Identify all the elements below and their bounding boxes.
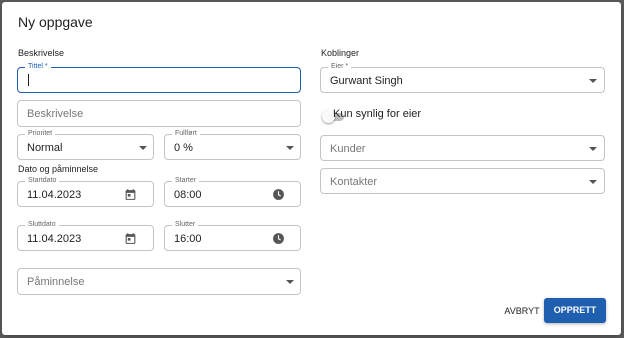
chevron-down-icon bbox=[286, 280, 294, 284]
end-time-value: 16:00 bbox=[174, 233, 202, 245]
chevron-down-icon bbox=[589, 147, 597, 151]
clock-icon[interactable] bbox=[272, 188, 285, 201]
priority-select[interactable]: Prioritet Normal bbox=[17, 129, 154, 160]
start-date-label: Startdato bbox=[25, 176, 60, 186]
completed-label: Fullført bbox=[172, 129, 200, 139]
end-date-value: 11.04.2023 bbox=[27, 233, 82, 245]
owner-only-label: Kun synlig for eier bbox=[333, 108, 422, 120]
reminder-select[interactable]: Påminnelse bbox=[17, 268, 301, 295]
customers-placeholder: Kunder bbox=[330, 143, 366, 155]
start-time-input[interactable]: Starter 08:00 bbox=[164, 176, 301, 207]
end-time-input[interactable]: Slutter 16:00 bbox=[164, 220, 301, 251]
new-task-dialog: Ny oppgave Beskrivelse Koblinger Dato og… bbox=[2, 2, 621, 335]
section-links-heading: Koblinger bbox=[321, 48, 360, 58]
start-time-label: Starter bbox=[172, 176, 200, 186]
chevron-down-icon bbox=[139, 146, 147, 150]
end-date-label: Sluttdato bbox=[25, 220, 59, 230]
priority-label: Prioritet bbox=[25, 129, 56, 139]
description-placeholder: Beskrivelse bbox=[27, 108, 84, 120]
contacts-select[interactable]: Kontakter bbox=[320, 168, 605, 194]
end-time-label: Slutter bbox=[172, 220, 199, 230]
end-date-input[interactable]: Sluttdato 11.04.2023 bbox=[17, 220, 154, 251]
contacts-placeholder: Kontakter bbox=[330, 176, 378, 188]
description-input[interactable]: Beskrivelse bbox=[17, 100, 301, 127]
priority-value: Normal bbox=[27, 142, 63, 154]
section-description-heading: Beskrivelse bbox=[18, 48, 65, 58]
completed-select[interactable]: Fullført 0 % bbox=[164, 129, 301, 160]
calendar-icon[interactable] bbox=[124, 188, 137, 201]
text-caret bbox=[28, 74, 29, 86]
completed-value: 0 % bbox=[174, 142, 193, 154]
reminder-placeholder: Påminnelse bbox=[27, 276, 85, 288]
dialog-title: Ny oppgave bbox=[18, 14, 93, 30]
owner-value: Gurwant Singh bbox=[330, 75, 403, 87]
owner-label: Eier * bbox=[328, 62, 352, 72]
section-date-heading: Dato og påminnelse bbox=[18, 164, 99, 174]
create-button[interactable]: OPPRETT bbox=[544, 298, 606, 323]
start-time-value: 08:00 bbox=[174, 189, 202, 201]
owner-select[interactable]: Eier * Gurwant Singh bbox=[320, 62, 605, 93]
clock-icon[interactable] bbox=[272, 232, 285, 245]
chevron-down-icon bbox=[589, 180, 597, 184]
chevron-down-icon bbox=[589, 79, 597, 83]
title-input[interactable]: Tittel * bbox=[17, 62, 301, 93]
start-date-value: 11.04.2023 bbox=[27, 189, 82, 201]
start-date-input[interactable]: Startdato 11.04.2023 bbox=[17, 176, 154, 207]
chevron-down-icon bbox=[286, 146, 294, 150]
customers-select[interactable]: Kunder bbox=[320, 135, 605, 161]
title-input-label: Tittel * bbox=[25, 62, 51, 72]
cancel-button[interactable]: AVBRYT bbox=[497, 302, 547, 320]
calendar-icon[interactable] bbox=[124, 232, 137, 245]
